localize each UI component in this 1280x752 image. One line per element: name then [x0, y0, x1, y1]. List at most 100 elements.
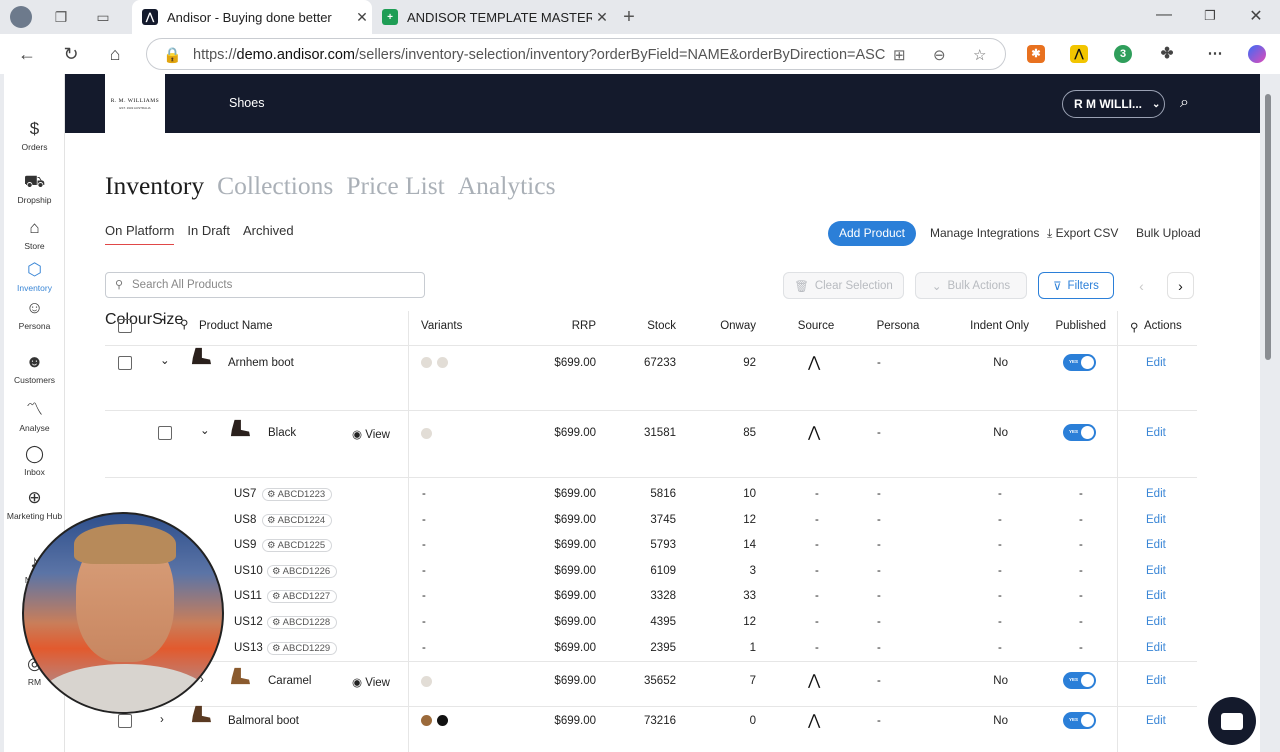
copilot-icon[interactable] — [1248, 45, 1266, 63]
scrollbar[interactable] — [1264, 80, 1272, 750]
andisor-extension-icon[interactable]: ⋀ — [1070, 45, 1088, 63]
workspaces-icon[interactable]: ❐ — [52, 8, 70, 26]
colour-row[interactable]: › Caramel ◉ View $699.00 35652 7 ⋀ - No YES Edit — [105, 667, 1197, 704]
bulk-upload-link[interactable]: Bulk Upload — [1136, 226, 1201, 240]
sidebar-item-persona[interactable]: ☺ Persona — [4, 298, 65, 331]
edit-link[interactable]: Edit — [1146, 357, 1166, 369]
edit-link[interactable]: Edit — [1146, 642, 1166, 654]
chevron-right-icon[interactable]: › — [160, 714, 164, 726]
prev-page-icon[interactable]: ‹ — [1128, 272, 1155, 299]
sidebar-item-marketing-hub[interactable]: ⊕ Marketing Hub — [4, 488, 65, 521]
favorite-star-icon[interactable]: ☆ — [973, 46, 986, 64]
product-row[interactable]: ⌄ Arnhem boot $699.00 67233 92 ⋀ - No YES Edit — [105, 347, 1197, 396]
extensions-puzzle-icon[interactable]: ✤ — [1158, 45, 1176, 63]
edit-link[interactable]: Edit — [1146, 590, 1166, 602]
apps-icon[interactable]: ⊞ — [893, 46, 906, 64]
bulk-actions-button[interactable]: ⌄ Bulk Actions — [915, 272, 1027, 299]
size-row[interactable]: US7 ⚙ ABCD1223 - $699.00 5816 10 - - - - Edit — [105, 487, 1197, 507]
edit-link[interactable]: Edit — [1146, 675, 1166, 687]
restore-icon[interactable]: ❐ — [1198, 8, 1222, 24]
manage-integrations-link[interactable]: Manage Integrations — [930, 226, 1039, 240]
row-checkbox[interactable] — [158, 426, 172, 440]
tab-actions-icon[interactable]: ▭ — [94, 8, 112, 26]
view-button[interactable]: ◉ View — [352, 427, 390, 441]
close-tab-icon[interactable]: ✕ — [592, 9, 612, 26]
size-row[interactable]: US12 ⚙ ABCD1228 - $699.00 4395 12 - - - - Edit — [105, 615, 1197, 635]
edit-link[interactable]: Edit — [1146, 427, 1166, 439]
view-button[interactable]: ◉ View — [352, 675, 390, 689]
size-row[interactable]: US10 ⚙ ABCD1226 - $699.00 6109 3 - - - - Edit — [105, 564, 1197, 584]
colour-row[interactable]: ⌄ Black ◉ View $699.00 31581 85 ⋀ - No YES Edit — [105, 419, 1197, 456]
tab-analytics[interactable]: Analytics — [458, 171, 556, 201]
chat-widget-button[interactable] — [1208, 697, 1256, 745]
edit-link[interactable]: Edit — [1146, 488, 1166, 500]
tab-sheets[interactable]: + ANDISOR TEMPLATE MASTER_ - G ✕ — [372, 0, 612, 34]
subtab-on-platform[interactable]: On Platform — [105, 223, 175, 245]
published-toggle[interactable]: YES — [1063, 672, 1096, 689]
tab-price-list[interactable]: Price List — [346, 171, 444, 201]
close-tab-icon[interactable]: ✕ — [352, 9, 372, 26]
sidebar-item-inbox[interactable]: ◯ Inbox — [4, 444, 65, 477]
colour-name[interactable]: Black — [268, 427, 296, 439]
edit-link[interactable]: Edit — [1146, 539, 1166, 551]
next-page-icon[interactable]: › — [1167, 272, 1194, 299]
sidebar-item-analyse[interactable]: 〽 Analyse — [4, 400, 65, 433]
lock-icon[interactable]: 🔒 — [163, 46, 182, 64]
chevron-down-icon[interactable]: ⌄ — [160, 353, 170, 367]
edit-link[interactable]: Edit — [1146, 514, 1166, 526]
extension-green-icon[interactable]: 3 — [1114, 45, 1132, 63]
filters-button[interactable]: ⊽ Filters — [1038, 272, 1114, 299]
home-icon[interactable]: ⌂ — [104, 43, 126, 65]
hubspot-extension-icon[interactable]: ✱ — [1027, 45, 1045, 63]
back-icon[interactable]: ← — [16, 43, 38, 65]
published-toggle[interactable]: YES — [1063, 712, 1096, 729]
clear-selection-button[interactable]: 🗑 Clear Selection — [783, 272, 904, 299]
url-field[interactable]: 🔒 https://demo.andisor.com/sellers/inven… — [146, 38, 1006, 70]
tab-andisor[interactable]: ⋀ Andisor - Buying done better ✕ — [132, 0, 372, 34]
export-csv-link[interactable]: ⤓ Export CSV — [1047, 226, 1118, 241]
category-shoes[interactable]: Shoes — [229, 96, 264, 110]
tab-inventory[interactable]: Inventory — [105, 171, 204, 201]
account-selector[interactable]: R M WILLI... ⌄ — [1062, 90, 1165, 118]
product-name[interactable]: Balmoral boot — [228, 715, 299, 727]
new-tab-icon[interactable]: + — [620, 7, 638, 27]
size-row[interactable]: US13 ⚙ ABCD1229 - $699.00 2395 1 - - - - Edit — [105, 641, 1197, 661]
subtab-archived[interactable]: Archived — [243, 223, 294, 245]
pin-icon[interactable]: ⚲ — [180, 317, 188, 331]
subtab-in-draft[interactable]: In Draft — [187, 223, 230, 245]
row-checkbox[interactable] — [118, 356, 132, 370]
sidebar-item-inventory[interactable]: ⬡ Inventory — [4, 260, 65, 293]
zoom-icon[interactable]: ⊖ — [933, 46, 946, 64]
size-row[interactable]: US8 ⚙ ABCD1224 - $699.00 3745 12 - - - - Edit — [105, 513, 1197, 533]
sidebar-item-dropship[interactable]: ⛟ Dropship — [4, 172, 65, 205]
reload-icon[interactable]: ↻ — [60, 43, 82, 65]
product-name[interactable]: Arnhem boot — [228, 357, 294, 369]
edit-link[interactable]: Edit — [1146, 565, 1166, 577]
close-window-icon[interactable]: ✕ — [1244, 6, 1268, 26]
size-row[interactable]: US9 ⚙ ABCD1225 - $699.00 5793 14 - - - - Edit — [105, 538, 1197, 558]
sort-asc-icon[interactable]: ⌃ — [158, 316, 168, 330]
tab-collections[interactable]: Collections — [217, 171, 333, 201]
more-menu-icon[interactable]: ⋯ — [1206, 45, 1224, 63]
chevron-down-icon[interactable]: ⌄ — [200, 423, 210, 437]
profile-avatar[interactable] — [10, 6, 32, 28]
select-all-checkbox[interactable] — [118, 319, 132, 333]
sidebar-item-customers[interactable]: ☻ Customers — [4, 352, 65, 385]
sidebar-item-orders[interactable]: $ Orders — [4, 119, 65, 152]
edit-link[interactable]: Edit — [1146, 715, 1166, 727]
add-product-button[interactable]: Add Product — [828, 221, 916, 246]
sidebar-item-store[interactable]: ⌂ Store — [4, 218, 65, 251]
size-label: US9 — [234, 539, 257, 552]
product-row[interactable]: › Balmoral boot $699.00 73216 0 ⋀ - No YES Edit — [105, 705, 1197, 752]
header-product-name[interactable]: Product Name — [199, 320, 273, 332]
minimize-icon[interactable]: — — [1152, 6, 1176, 24]
size-row[interactable]: US11 ⚙ ABCD1227 - $699.00 3328 33 - - - - Edit — [105, 589, 1197, 609]
search-icon[interactable]: ⌕ — [1180, 94, 1189, 112]
colour-name[interactable]: Caramel — [268, 675, 311, 687]
brand-logo[interactable]: R. M. WILLIAMS EST. 1932 AUSTRALIA — [105, 74, 165, 133]
search-input[interactable]: ⚲ Search All Products — [105, 272, 425, 298]
row-checkbox[interactable] — [118, 714, 132, 728]
published-toggle[interactable]: YES — [1063, 354, 1096, 371]
edit-link[interactable]: Edit — [1146, 616, 1166, 628]
published-toggle[interactable]: YES — [1063, 424, 1096, 441]
